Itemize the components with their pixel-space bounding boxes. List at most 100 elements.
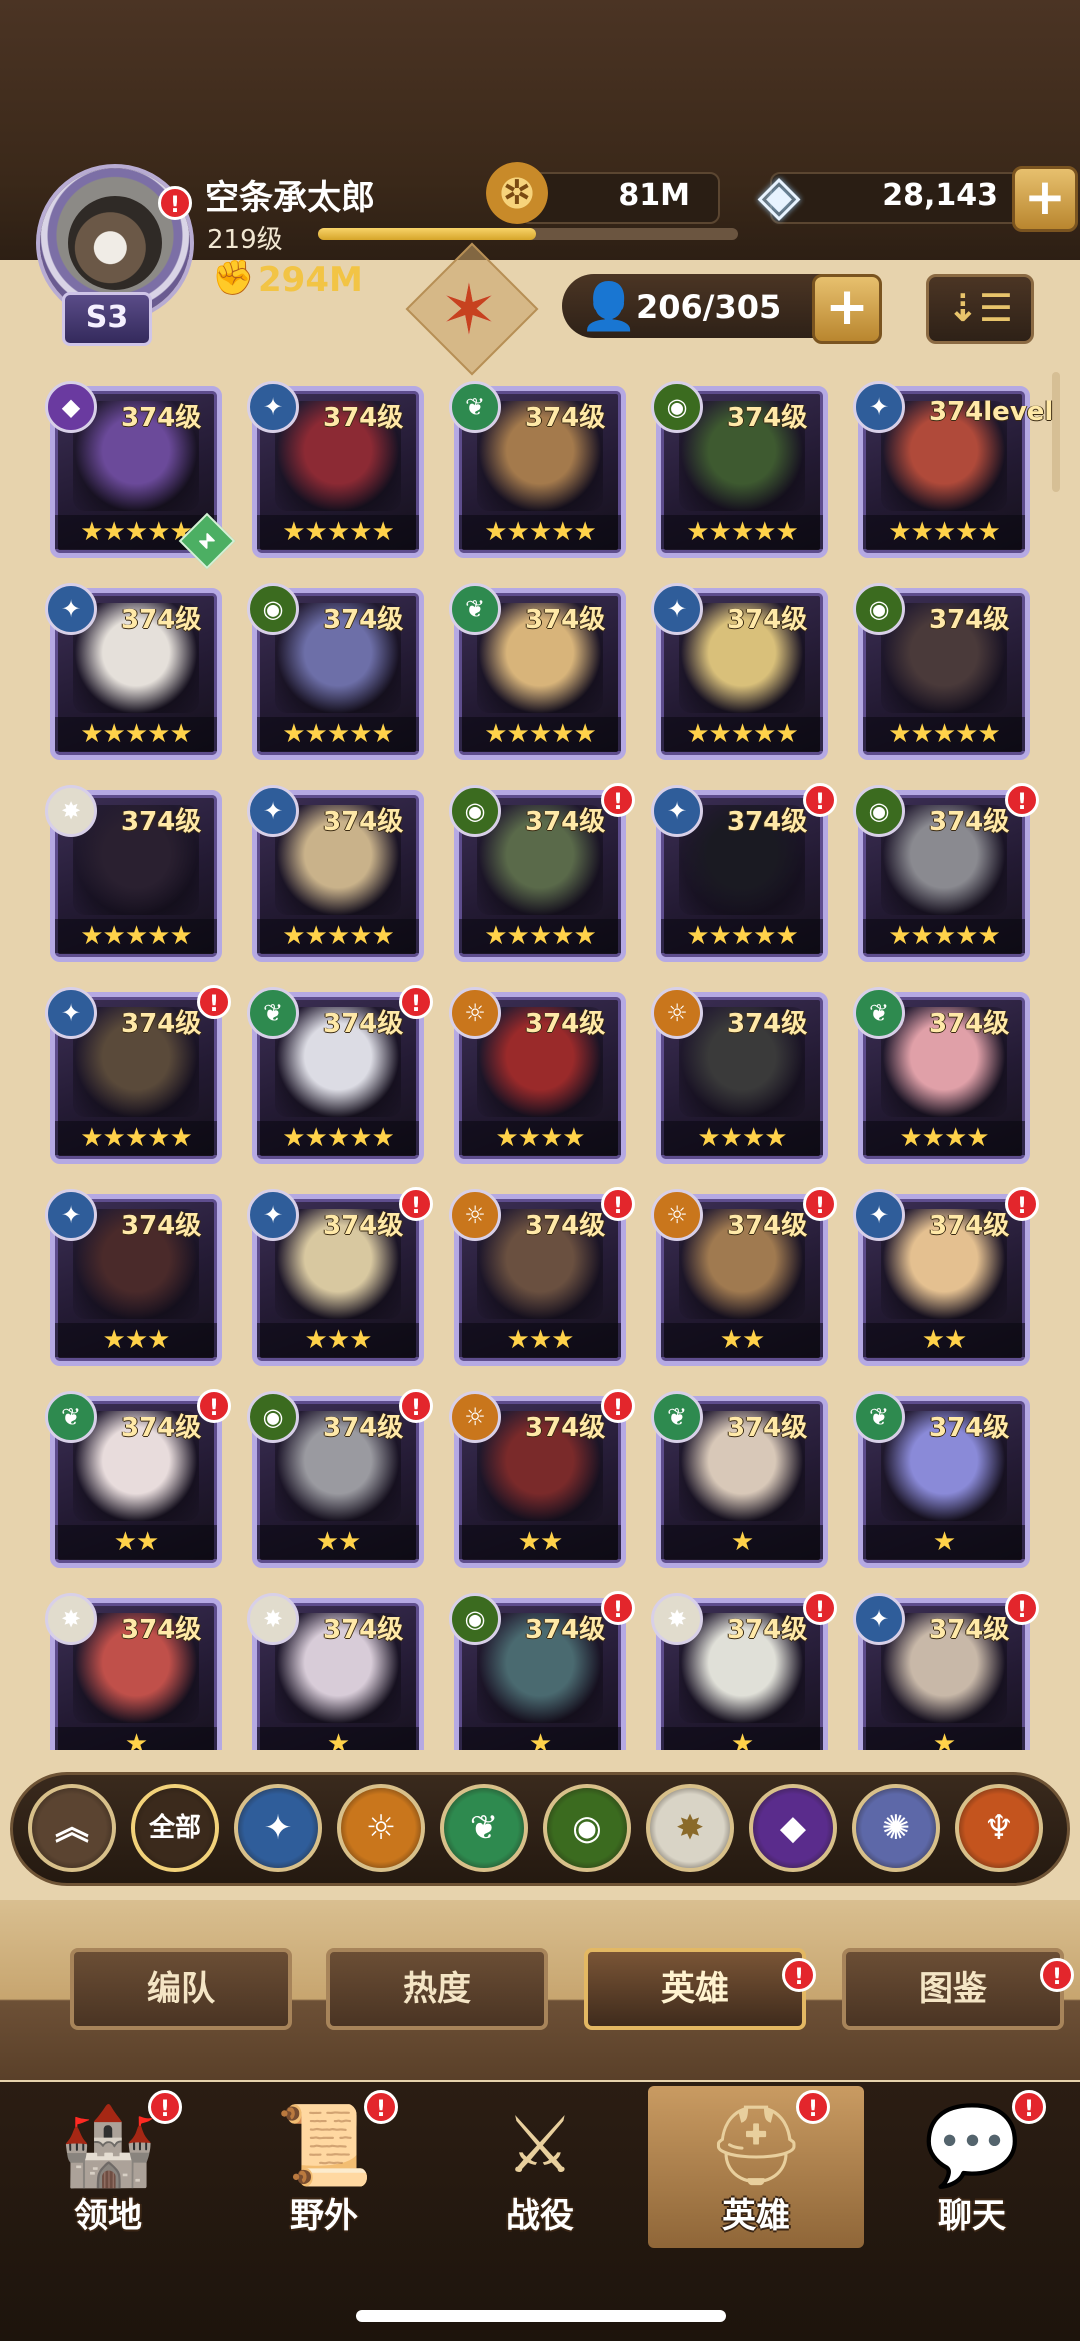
expand-roster-button[interactable]: + [812, 274, 882, 344]
hero-card[interactable]: ❦ 374级 ★ [651, 1391, 828, 1568]
hero-star-rating: ★ [661, 1525, 823, 1559]
filter-dimensional-icon[interactable]: ✺ [852, 1784, 940, 1872]
filter-wilder-icon[interactable]: ❦ [440, 1784, 528, 1872]
hero-card[interactable]: ✦ 374级 ★! [853, 1591, 1039, 1750]
hero-card[interactable]: ☼ 374级 ★★★★ [651, 987, 828, 1164]
xp-progress-bar [318, 228, 738, 240]
tab-formation[interactable]: 编队 [70, 1948, 292, 2030]
diamond-icon: ◈ [757, 163, 801, 228]
hero-star-rating: ★ [55, 1727, 217, 1750]
lightbearer-faction-icon: ✦ [45, 987, 97, 1039]
mauler-faction-icon: ☼ [651, 1189, 703, 1241]
hero-card[interactable]: ✦ 374级 ★★★★★ [651, 583, 828, 760]
nav-chat[interactable]: 💬 聊天! [864, 2086, 1080, 2248]
hero-card[interactable]: ❦ 374级 ★★! [45, 1389, 231, 1568]
lightbearer-faction-icon: ✦ [651, 583, 703, 635]
hero-card[interactable]: ✦ 374级 ★★! [853, 1187, 1039, 1366]
hero-level: 374级 [525, 605, 606, 635]
hero-card[interactable]: ✦ 374level ★★★★★ [853, 381, 1053, 558]
hero-card[interactable]: ❦ 374级 ★ [853, 1391, 1030, 1568]
maulers-eye-faction-icon: ◉ [853, 785, 905, 837]
hero-card[interactable]: ❦ 374级 ★★★★★ [449, 381, 626, 558]
hero-card[interactable]: ◉ 374级 ★! [449, 1591, 635, 1750]
maulers-eye-faction-icon: ◉ [247, 1391, 299, 1443]
hero-card[interactable]: ✦ 374级 ★★★! [247, 1187, 433, 1366]
roster-count-value: 206/305 [636, 288, 782, 326]
hero-card[interactable]: ◆ 374级 ★★★★★ ⧗ [45, 381, 236, 570]
lightbearer-faction-icon: ✦ [45, 1189, 97, 1241]
lightbearer-faction-icon: ✦ [651, 785, 703, 837]
filter-hypogean-icon[interactable]: ◆ [749, 1784, 837, 1872]
hero-level: 374级 [121, 605, 202, 635]
hero-level: 374级 [929, 1211, 1010, 1241]
player-level: 219级 [207, 225, 283, 255]
filter-all-button[interactable]: 全部 [131, 1784, 219, 1872]
avatar-alert-badge: ! [158, 186, 192, 220]
filter-dragon-icon[interactable]: ♆ [955, 1784, 1043, 1872]
filter-collapse-icon[interactable]: ︽ [28, 1784, 116, 1872]
hero-card[interactable]: ☼ 374级 ★★! [449, 1389, 635, 1568]
hero-card[interactable]: ◉ 374级 ★★★★★ [853, 583, 1030, 760]
hero-star-rating: ★★★★ [661, 1121, 823, 1155]
hero-star-rating: ★ [863, 1525, 1025, 1559]
hero-card[interactable]: ✦ 374级 ★★★★★ [45, 583, 222, 760]
player-name: 空条承太郎 [205, 178, 375, 218]
hero-card[interactable]: ◉ 374级 ★★★★★! [853, 783, 1039, 962]
hero-level: 374级 [323, 1413, 404, 1443]
hero-alert-badge: ! [399, 1187, 433, 1221]
hero-level: 374level [929, 397, 1054, 427]
filter-celestial-icon[interactable]: ✸ [646, 1784, 734, 1872]
hero-card[interactable]: ◉ 374级 ★★★★★ [247, 583, 424, 760]
hero-card[interactable]: ✸ 374级 ★! [651, 1591, 837, 1750]
hero-card[interactable]: ✦ 374级 ★★★ [45, 1189, 222, 1366]
sort-button[interactable]: ⇣☰ [926, 274, 1034, 344]
hero-star-rating: ★★★★★ [55, 1121, 217, 1155]
hero-card[interactable]: ◉ 374级 ★★! [247, 1389, 433, 1568]
hero-card[interactable]: ✸ 374级 ★ [45, 1593, 222, 1750]
hero-card[interactable]: ☼ 374级 ★★★★ [449, 987, 626, 1164]
maulers-eye-faction-icon: ◉ [853, 583, 905, 635]
tab-compendium[interactable]: 图鉴 [842, 1948, 1064, 2030]
lightbearer-faction-icon: ✦ [853, 1593, 905, 1645]
hero-level: 374级 [121, 1211, 202, 1241]
hero-card[interactable]: ✦ 374级 ★★★★★ [247, 381, 424, 558]
hero-card[interactable]: ❦ 374级 ★★★★ [853, 987, 1030, 1164]
hero-star-rating: ★★★ [55, 1323, 217, 1357]
hero-card[interactable]: ✦ 374级 ★★★★★! [45, 985, 231, 1164]
hero-star-rating: ★★★★★ [257, 717, 419, 751]
nav-label: 野外 [290, 2196, 358, 2236]
hero-card[interactable]: ◉ 374级 ★★★★★! [449, 783, 635, 962]
hero-card[interactable]: ✸ 374级 ★ [247, 1593, 424, 1750]
nav-sword-shield[interactable]: ⚔ 战役 [432, 2086, 648, 2248]
maulers-eye-faction-icon: ◉ [247, 583, 299, 635]
nav-castle[interactable]: 🏰 领地! [0, 2086, 216, 2248]
hero-card[interactable]: ☼ 374级 ★★! [651, 1187, 837, 1366]
player-avatar[interactable] [68, 196, 162, 290]
filter-graveborn-icon[interactable]: ◉ [543, 1784, 631, 1872]
filter-lightbearer-icon[interactable]: ✦ [234, 1784, 322, 1872]
add-gems-button[interactable]: + [1012, 166, 1078, 232]
hero-star-rating: ★★★★★ [459, 919, 621, 953]
resonating-crystal-icon[interactable]: ✶ [413, 262, 525, 358]
hero-star-rating: ★ [257, 1727, 419, 1750]
hero-card[interactable]: ✦ 374级 ★★★★★! [651, 783, 837, 962]
mauler-faction-icon: ☼ [449, 987, 501, 1039]
hero-level: 374级 [323, 605, 404, 635]
hero-star-rating: ★★★★★ [55, 919, 217, 953]
hero-card[interactable]: ✦ 374级 ★★★★★ [247, 785, 424, 962]
hero-card[interactable]: ❦ 374级 ★★★★★! [247, 985, 433, 1164]
hero-card[interactable]: ✸ 374级 ★★★★★ [45, 785, 222, 962]
nav-label: 领地 [74, 2196, 142, 2236]
hero-level: 374级 [525, 403, 606, 433]
wilder-faction-icon: ❦ [247, 987, 299, 1039]
hero-card[interactable]: ◉ 374级 ★★★★★ [651, 381, 828, 558]
maulers-eye-faction-icon: ◉ [449, 785, 501, 837]
hero-card[interactable]: ❦ 374级 ★★★★★ [449, 583, 626, 760]
hero-card[interactable]: ☼ 374级 ★★★! [449, 1187, 635, 1366]
graveborn-faction-icon: ◆ [45, 381, 97, 433]
tab-popularity[interactable]: 热度 [326, 1948, 548, 2030]
nav-scroll-map[interactable]: 📜 野外! [216, 2086, 432, 2248]
tab-heroes[interactable]: 英雄 [584, 1948, 806, 2030]
nav-helmet[interactable]: ⛑ 英雄! [648, 2086, 864, 2248]
filter-mauler-icon[interactable]: ☼ [337, 1784, 425, 1872]
